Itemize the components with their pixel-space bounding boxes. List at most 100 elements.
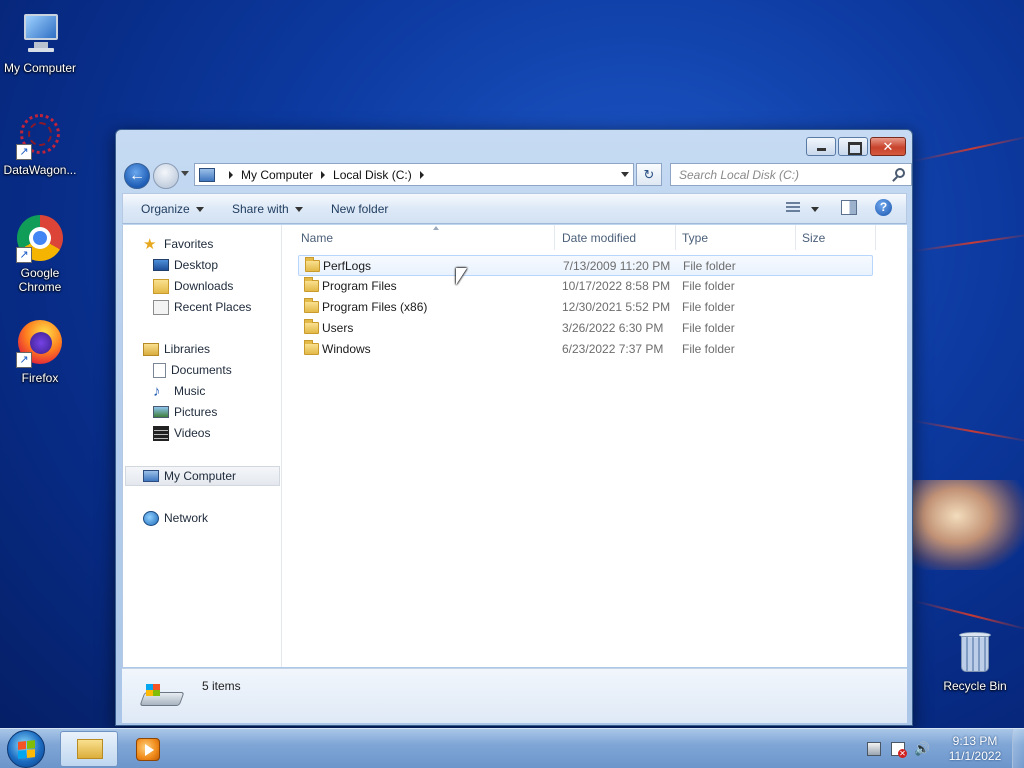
- clock-time: 9:13 PM: [952, 734, 998, 748]
- share-with-label: Share with: [232, 202, 289, 216]
- breadcrumb-separator-icon[interactable]: [321, 170, 326, 179]
- file-row-program-files[interactable]: Program Files 10/17/2022 8:58 PM File fo…: [298, 276, 873, 297]
- taskbar-media-player[interactable]: [120, 731, 178, 767]
- nav-label: Videos: [174, 426, 211, 440]
- nav-item-my-computer[interactable]: My Computer: [143, 466, 236, 486]
- nav-label: Recent Places: [174, 300, 252, 314]
- nav-item-downloads[interactable]: Downloads: [153, 276, 233, 296]
- desktop-icon-label: My Computer: [3, 61, 77, 75]
- file-type: File folder: [682, 342, 735, 356]
- file-name: Program Files: [322, 279, 397, 293]
- details-pane: 5 items: [122, 668, 907, 723]
- file-date: 6/23/2022 7:37 PM: [562, 342, 664, 356]
- desktop-icon-recycle-bin[interactable]: Recycle Bin: [935, 630, 1015, 693]
- nav-item-favorites[interactable]: ★ Favorites: [143, 234, 213, 254]
- error-badge-icon: ✕: [898, 749, 907, 758]
- recent-places-icon: [153, 299, 169, 315]
- share-with-button[interactable]: Share with: [232, 202, 303, 216]
- column-header-size[interactable]: Size: [796, 225, 876, 250]
- computer-icon: [199, 167, 215, 182]
- nav-label: Favorites: [164, 237, 214, 251]
- breadcrumb: My Computer Local Disk (C:): [221, 168, 432, 182]
- command-bar: Organize Share with New folder ?: [122, 193, 907, 224]
- close-button[interactable]: ✕: [870, 137, 906, 156]
- folder-icon: [304, 340, 319, 355]
- show-desktop-button[interactable]: [1012, 729, 1024, 768]
- breadcrumb-separator-icon[interactable]: [229, 170, 233, 179]
- nav-item-recent-places[interactable]: Recent Places: [153, 297, 251, 317]
- new-folder-button[interactable]: New folder: [331, 202, 388, 216]
- column-header-type[interactable]: Type: [676, 225, 796, 250]
- wallpaper-streak: [913, 233, 1024, 252]
- address-dropdown-icon[interactable]: [621, 172, 629, 177]
- navigation-pane[interactable]: ★ Favorites Desktop Downloads Recent Pla…: [123, 225, 282, 667]
- hard-drive-icon: [139, 684, 185, 710]
- file-date: 12/30/2021 5:52 PM: [562, 300, 671, 314]
- recycle-bin-icon: [955, 630, 995, 676]
- wallpaper-streak: [913, 600, 1024, 632]
- nav-item-videos[interactable]: Videos: [153, 423, 210, 443]
- minimize-button[interactable]: [806, 137, 836, 156]
- back-button[interactable]: ←: [124, 163, 150, 189]
- downloads-icon: [153, 278, 169, 294]
- nav-label: Documents: [171, 363, 232, 377]
- search-placeholder: Search Local Disk (C:): [679, 168, 800, 182]
- file-name: PerfLogs: [323, 259, 372, 273]
- refresh-button[interactable]: ↻: [636, 163, 662, 186]
- music-icon: ♪: [153, 382, 161, 400]
- network-tray-icon[interactable]: [867, 742, 881, 756]
- file-row-windows[interactable]: Windows 6/23/2022 7:37 PM File folder: [298, 339, 873, 360]
- nav-item-network[interactable]: Network: [143, 508, 208, 528]
- desktop-icon-my-computer[interactable]: My Computer: [0, 10, 80, 75]
- shortcut-arrow-icon: ↗: [16, 352, 32, 368]
- start-button[interactable]: [7, 730, 45, 768]
- change-view-icon[interactable]: [786, 202, 800, 214]
- desktop-icon-label: DataWagon...: [3, 163, 77, 177]
- action-center-icon[interactable]: ✕: [891, 742, 907, 758]
- organize-button[interactable]: Organize: [141, 202, 204, 216]
- system-clock[interactable]: 9:13 PM 11/1/2022: [944, 734, 1006, 764]
- nav-item-libraries[interactable]: Libraries: [143, 339, 210, 359]
- address-bar[interactable]: My Computer Local Disk (C:): [194, 163, 634, 186]
- search-icon[interactable]: [895, 168, 905, 178]
- desktop-icon-google-chrome[interactable]: ↗ Google Chrome: [0, 215, 80, 294]
- desktop-icon-firefox[interactable]: ↗ Firefox: [0, 320, 80, 385]
- folder-icon: [304, 319, 319, 334]
- sort-ascending-icon: [433, 226, 439, 230]
- libraries-icon: [143, 342, 159, 356]
- file-type: File folder: [683, 259, 736, 273]
- help-icon[interactable]: ?: [875, 199, 892, 216]
- nav-item-documents[interactable]: Documents: [153, 360, 232, 380]
- nav-item-desktop[interactable]: Desktop: [153, 255, 218, 275]
- wallpaper-jellyfish: [912, 480, 1024, 570]
- file-name: Users: [322, 321, 354, 335]
- desktop-icon-datawagon[interactable]: ↗ DataWagon...: [0, 112, 80, 177]
- volume-icon[interactable]: 🔊: [914, 742, 930, 756]
- breadcrumb-separator-icon[interactable]: [419, 170, 424, 179]
- breadcrumb-my-computer[interactable]: My Computer: [241, 168, 313, 182]
- file-list[interactable]: Name Date modified Type Size PerfLogs 7/…: [283, 225, 908, 667]
- taskbar-windows-explorer[interactable]: [60, 731, 118, 767]
- forward-button[interactable]: [153, 163, 179, 189]
- nav-item-pictures[interactable]: Pictures: [153, 402, 217, 422]
- breadcrumb-local-disk[interactable]: Local Disk (C:): [333, 168, 412, 182]
- nav-item-music[interactable]: ♪ Music: [153, 381, 205, 401]
- file-row-users[interactable]: Users 3/26/2022 6:30 PM File folder: [298, 318, 873, 339]
- documents-icon: [153, 362, 166, 378]
- nav-label: Downloads: [174, 279, 234, 293]
- chevron-down-icon: [294, 207, 303, 213]
- preview-pane-icon[interactable]: [841, 200, 857, 215]
- desktop-icon: [153, 259, 169, 271]
- file-row-perflogs[interactable]: PerfLogs 7/13/2009 11:20 PM File folder: [298, 255, 873, 276]
- file-row-program-files-x86[interactable]: Program Files (x86) 12/30/2021 5:52 PM F…: [298, 297, 873, 318]
- maximize-button[interactable]: [838, 137, 868, 156]
- file-date: 10/17/2022 8:58 PM: [562, 279, 671, 293]
- view-options-dropdown-icon[interactable]: [811, 207, 819, 212]
- search-input[interactable]: Search Local Disk (C:): [670, 163, 912, 186]
- column-header-name[interactable]: Name: [295, 225, 555, 250]
- pictures-icon: [153, 406, 169, 418]
- nav-label: Network: [164, 511, 209, 525]
- desktop-icon-label: Recycle Bin: [943, 679, 1007, 693]
- column-header-date-modified[interactable]: Date modified: [556, 225, 676, 250]
- recent-pages-dropdown-icon[interactable]: [181, 171, 189, 176]
